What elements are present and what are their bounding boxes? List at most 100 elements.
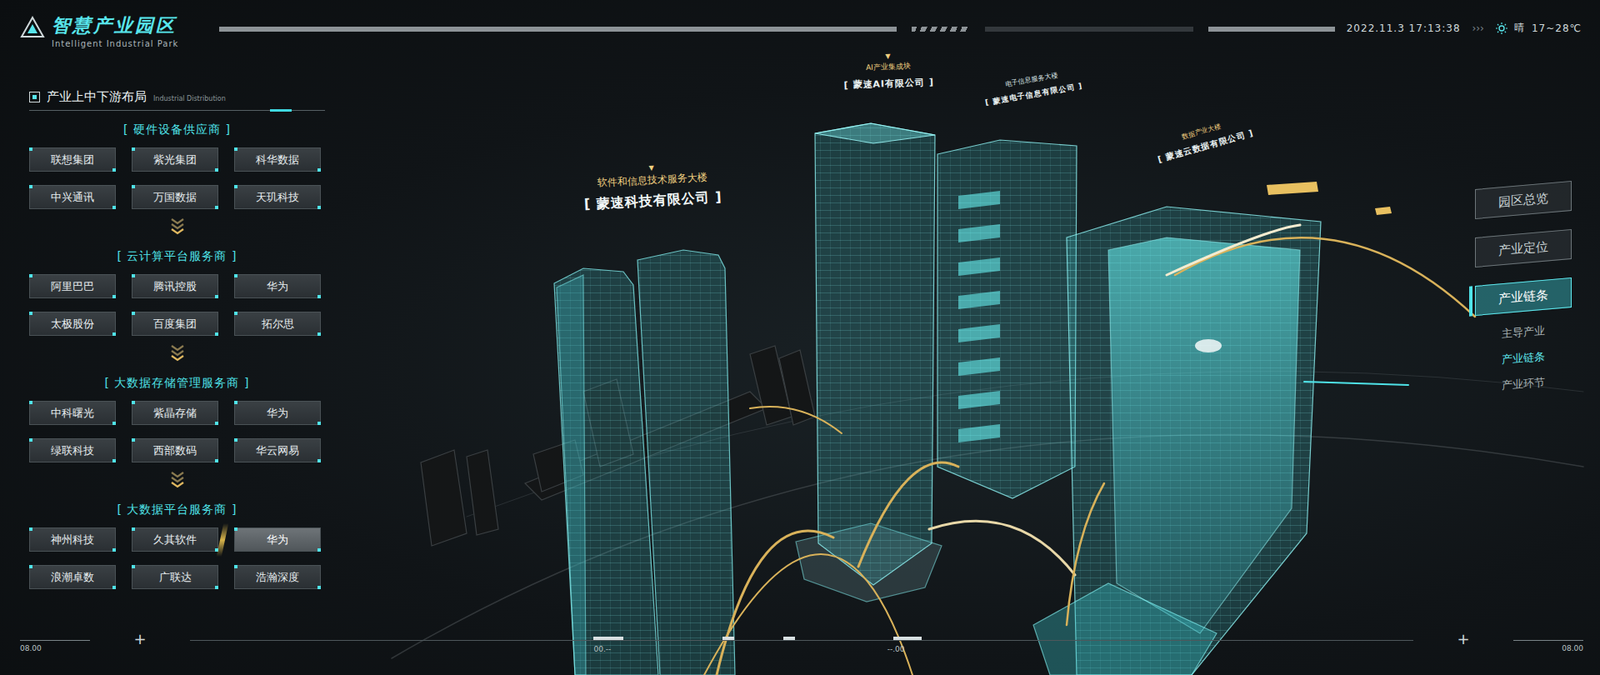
main-area: 产业上中下游布局Industrial Distribution[ 硬件设备供应商…	[0, 58, 1600, 640]
nav-item[interactable]: 产业链条	[1475, 277, 1572, 316]
company-button[interactable]: 华为	[234, 274, 321, 299]
company-button[interactable]: 广联达	[131, 565, 219, 590]
company-label: 神州科技	[50, 532, 95, 548]
logo-text: 智慧产业园区Intelligent Industrial Park	[51, 15, 179, 49]
company-grid: 神州科技 久其软件 华为浪潮卓数 广联达 浩瀚深度	[29, 527, 325, 590]
company-button[interactable]: 浪潮卓数	[29, 565, 116, 590]
company-grid: 联想集团紫光集团 科华数据中兴通讯 万国数据 天玑科技	[29, 147, 325, 210]
group-title: [ 硬件设备供应商 ]	[29, 122, 325, 138]
building-caption: AI产业集成块	[843, 60, 935, 75]
flow-arc	[1066, 483, 1105, 625]
company-button[interactable]: 绿联科技	[29, 438, 116, 463]
timeline[interactable]: 08.00+00.----.00+08.00	[0, 640, 1600, 675]
company-button[interactable]: 拓尔思	[234, 311, 321, 336]
roof-light	[1266, 181, 1319, 195]
company-button[interactable]: 万国数据	[131, 185, 219, 210]
flow-arc	[858, 462, 959, 567]
floor-light	[958, 357, 1000, 376]
company-button[interactable]: 紫光集团	[131, 147, 219, 172]
flow-arc	[1166, 225, 1300, 275]
company-label: 华为	[266, 279, 289, 295]
company-label: 拓尔思	[261, 316, 295, 332]
company-button[interactable]: 中科曙光	[29, 400, 116, 425]
company-label: 浪潮卓数	[50, 570, 95, 585]
sub-nav-item[interactable]: 产业链条	[1501, 349, 1545, 369]
company-button[interactable]: 久其软件	[131, 527, 219, 552]
sub-nav-item[interactable]: 主导产业	[1501, 323, 1545, 343]
company-button[interactable]: 紫晶存储	[131, 400, 219, 425]
sun-icon	[1495, 22, 1508, 35]
weather: 晴17~28℃	[1495, 20, 1582, 35]
deco-stripes	[911, 26, 970, 32]
logo[interactable]: 智慧产业园区Intelligent Industrial Park	[20, 15, 208, 49]
building-label[interactable]: ▼AI产业集成块[ 蒙速AI有限公司 ]	[842, 50, 935, 92]
triangle-logo-icon	[20, 15, 45, 40]
company-button[interactable]: 中兴通讯	[29, 185, 116, 210]
sub-nav-item[interactable]: 产业环节	[1501, 375, 1545, 395]
arrows-icon: ›››	[1472, 22, 1485, 35]
company-button[interactable]: 科华数据	[234, 147, 321, 172]
building-label[interactable]: ▼软件和信息技术服务大楼[ 蒙速科技有限公司 ]	[582, 160, 723, 215]
header-info: 2022.11.3 17:13:38›››晴17~28℃	[1346, 20, 1582, 35]
company-grid: 中科曙光 紫晶存储 华为绿联科技 西部数码 华云网易	[29, 400, 325, 463]
glare	[1195, 339, 1222, 353]
company-button[interactable]: 华云网易	[234, 438, 321, 463]
company-button[interactable]: 腾讯控股	[131, 274, 219, 299]
company-label: 紫晶存储	[153, 405, 197, 421]
company-button[interactable]: 阿里巴巴	[29, 274, 116, 299]
nav-item[interactable]: 产业定位	[1475, 229, 1572, 268]
timeline-start: 08.00	[20, 640, 90, 653]
industry-group: [ 大数据平台服务商 ] 神州科技 久其软件 华为浪潮卓数 广联达 浩瀚深度	[29, 490, 325, 590]
company-label: 广联达	[159, 570, 192, 585]
company-button[interactable]: 华为	[234, 527, 321, 552]
plus-icon[interactable]: +	[90, 630, 190, 648]
floor-light	[958, 224, 1000, 243]
top-bar: 智慧产业园区Intelligent Industrial Park2022.11…	[0, 0, 1600, 59]
dark-block	[466, 450, 499, 535]
company-label: 科华数据	[255, 152, 300, 168]
company-label: 百度集团	[153, 316, 197, 332]
company-button[interactable]: 西部数码	[131, 438, 219, 463]
company-button[interactable]: 天玑科技	[234, 185, 321, 210]
building-label[interactable]: 电子信息服务大楼[ 蒙速电子信息有限公司 ]	[981, 66, 1084, 109]
plus-icon[interactable]: +	[1413, 630, 1514, 648]
group-title: [ 大数据存储管理服务商 ]	[29, 375, 325, 391]
company-button[interactable]: 太极股份	[29, 311, 116, 336]
company-label: 中兴通讯	[50, 190, 95, 205]
flow-arc	[716, 530, 834, 675]
weather-text: 晴	[1514, 20, 1525, 35]
timeline-track[interactable]: 00.----.00	[190, 640, 1414, 666]
floor-light	[958, 390, 1000, 410]
nav-label: 产业定位	[1498, 238, 1549, 259]
flow-arc	[750, 406, 842, 434]
flow-arc	[929, 520, 1075, 575]
company-label: 绿联科技	[50, 443, 95, 459]
marker-icon: ▼	[842, 50, 934, 64]
company-label: 华为	[266, 405, 289, 421]
building-face	[1108, 237, 1300, 634]
nav-item[interactable]: 园区总览	[1475, 180, 1572, 220]
timeline-tick	[593, 636, 624, 640]
sub-nav: 主导产业产业链条产业环节	[1475, 325, 1572, 392]
industry-group: [ 云计算平台服务商 ]阿里巴巴腾讯控股华为太极股份百度集团拓尔思	[29, 237, 325, 365]
floor-light	[958, 290, 1000, 310]
building-label[interactable]: 数据产业大楼[ 蒙速云数据有限公司 ]	[1152, 113, 1255, 166]
deco-bar	[985, 26, 1194, 32]
company-label: 西部数码	[153, 443, 197, 459]
company-button[interactable]: 华为	[234, 400, 321, 425]
dark-block	[420, 450, 467, 546]
industry-group: [ 硬件设备供应商 ] 联想集团紫光集团 科华数据中兴通讯 万国数据 天玑科技	[29, 110, 325, 238]
company-label: 万国数据	[153, 190, 197, 205]
company-label: 华云网易	[255, 443, 300, 459]
company-button[interactable]: 百度集团	[131, 311, 219, 336]
company-label: 华为	[266, 532, 289, 548]
company-button[interactable]: 联想集团	[29, 147, 116, 172]
floor-light	[958, 190, 1000, 210]
panel-title: 产业上中下游布局Industrial Distribution	[29, 88, 325, 111]
industry-group: [ 大数据存储管理服务商 ] 中科曙光 紫晶存储 华为绿联科技 西部数码 华云网易	[29, 364, 325, 491]
group-title: [ 大数据平台服务商 ]	[29, 502, 325, 518]
company-button[interactable]: 神州科技	[29, 527, 116, 552]
company-button[interactable]: 浩瀚深度	[234, 565, 321, 590]
company-label: 浩瀚深度	[255, 570, 300, 585]
roof-light	[1375, 206, 1392, 215]
